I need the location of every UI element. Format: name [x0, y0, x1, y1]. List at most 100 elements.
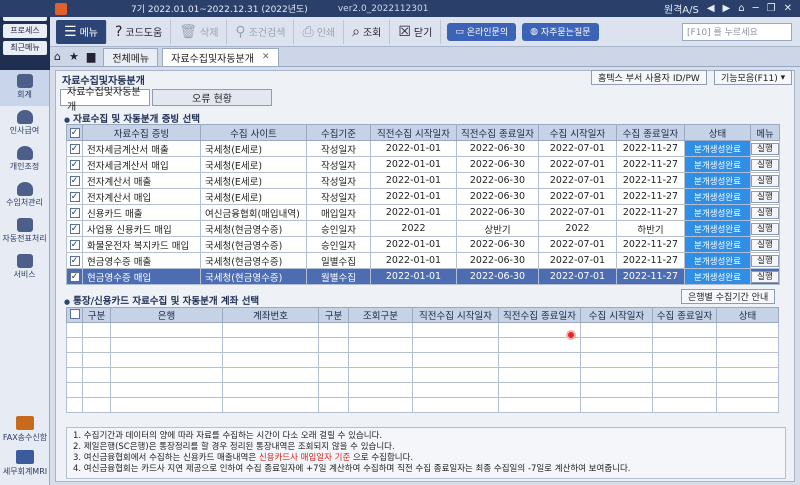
- sidebar-item-clients[interactable]: 수임처관리: [0, 178, 49, 214]
- features-button[interactable]: 기능모음(F11) ▾: [714, 70, 793, 85]
- table-row[interactable]: [66, 382, 779, 398]
- run-button[interactable]: 실행: [751, 142, 779, 155]
- online-qa-button[interactable]: ▭ 온라인문의: [447, 22, 517, 41]
- row-checkbox[interactable]: ✓: [66, 204, 83, 221]
- table-row[interactable]: [66, 322, 779, 338]
- fax-icon: [16, 416, 34, 430]
- sidebar-item-accounting[interactable]: 회계: [0, 70, 49, 106]
- table-cell: [110, 352, 223, 368]
- back-arrow-icon[interactable]: ◀: [707, 3, 715, 14]
- forward-arrow-icon[interactable]: ▶: [723, 3, 731, 14]
- table-row[interactable]: ✓ 전자세금계산서 매출 국세청(E세로) 작성일자 2022-01-01 2022-06…: [66, 140, 780, 157]
- row-checkbox[interactable]: ✓: [66, 172, 83, 189]
- version-label: ver2.0_2022112301: [337, 3, 429, 14]
- sidebar-item-auto-voucher[interactable]: 자동전표처리: [0, 214, 49, 250]
- account-select-all[interactable]: [66, 307, 83, 323]
- checkbox[interactable]: [69, 308, 80, 319]
- table-row[interactable]: [66, 337, 779, 353]
- run-button[interactable]: 실행: [751, 174, 779, 187]
- checkbox[interactable]: ✓: [69, 128, 80, 138]
- evidence-table-header: ✓ 자료수집 증빙 수집 사이트 수집기준 직전수집 시작일자 직전수집 종료일…: [66, 124, 780, 141]
- table-row[interactable]: ✓ 현금영수증 매입 국세청(현금영수증) 월별수집 2022-01-01 2022-06…: [66, 268, 780, 285]
- tab-all-menu[interactable]: 전체메뉴: [103, 47, 159, 66]
- condition-search-button[interactable]: ⚲ 조건검색: [227, 19, 295, 44]
- table-cell: [66, 337, 83, 353]
- run-button[interactable]: 실행: [751, 222, 779, 235]
- sidebar-item-payroll[interactable]: 인사급여: [0, 106, 49, 142]
- period-guide-button[interactable]: 은행별 수집기간 안내: [681, 289, 776, 304]
- faq-button[interactable]: ◍ 자주묻는질문: [522, 22, 599, 41]
- checkbox[interactable]: ✓: [69, 176, 80, 186]
- menu-search-input[interactable]: [F10] 를 누르세요: [682, 22, 792, 41]
- row-checkbox[interactable]: ✓: [66, 156, 83, 173]
- run-button[interactable]: 실행: [751, 206, 779, 219]
- table-row[interactable]: [66, 367, 779, 383]
- table-row[interactable]: ✓ 전자계산서 매입 국세청(E세로) 작성일자 2022-01-01 2022-06-3…: [66, 188, 780, 205]
- run-button[interactable]: 실행: [751, 254, 779, 267]
- home-icon[interactable]: ⌂: [54, 50, 61, 63]
- table-cell: 실행: [750, 268, 780, 285]
- subtab-collection[interactable]: 자료수집및자동분개: [60, 87, 150, 113]
- table-cell: [580, 382, 653, 398]
- table-row[interactable]: ✓ 현금영수증 매출 국세청(현금영수증) 일별수집 2022-01-01 2022-06…: [66, 252, 780, 269]
- remote-as-link[interactable]: 원격A/S: [664, 1, 699, 16]
- table-cell: 국세청(E세로): [200, 172, 307, 189]
- home-icon[interactable]: ⌂: [738, 3, 744, 14]
- table-row[interactable]: [66, 397, 779, 413]
- menu-button[interactable]: ☰ 메뉴: [56, 19, 107, 44]
- row-checkbox[interactable]: ✓: [66, 220, 83, 237]
- run-button[interactable]: 실행: [751, 238, 779, 251]
- table-cell: 국세청(현금영수증): [200, 268, 307, 285]
- close-tab-icon[interactable]: ✕: [262, 52, 270, 62]
- delete-button[interactable]: 🗑 삭제: [171, 19, 228, 44]
- row-checkbox[interactable]: ✓: [66, 140, 83, 157]
- table-row[interactable]: ✓ 전자계산서 매출 국세청(E세로) 작성일자 2022-01-01 2022-06-3…: [66, 172, 780, 189]
- sidebar-item-personal-adjust[interactable]: 개인조정: [0, 142, 49, 178]
- table-cell: 2022-11-27: [616, 252, 685, 269]
- checkbox[interactable]: ✓: [69, 256, 80, 266]
- subtab-errors[interactable]: 오류 현황: [152, 89, 272, 106]
- checkbox[interactable]: ✓: [69, 272, 80, 282]
- hometax-id-button[interactable]: 홈텍스 부서 사용자 ID/PW: [591, 70, 707, 85]
- row-checkbox[interactable]: ✓: [66, 252, 83, 269]
- row-checkbox[interactable]: ✓: [66, 268, 83, 285]
- quick-link-recent[interactable]: 최근메뉴: [3, 41, 47, 55]
- status-badge: 분개생성완료: [684, 220, 751, 237]
- restore-icon[interactable]: ❐: [767, 3, 776, 14]
- sidebar-item-fax[interactable]: FAX송수신함: [0, 416, 50, 443]
- code-help-button[interactable]: ? 코드도움: [107, 19, 172, 44]
- chat-icon: ▭: [455, 26, 464, 37]
- col-prev-end: 직전수집 종료일자: [456, 124, 539, 141]
- table-row[interactable]: ✓ 사업용 신용카드 매입 국세청(현금영수증) 승인일자 2022 상반기 2022 하반기…: [66, 220, 780, 237]
- checkbox[interactable]: ✓: [69, 192, 80, 202]
- table-row[interactable]: ✓ 전자세금계산서 매입 국세청(E세로) 작성일자 2022-01-01 2022-06…: [66, 156, 780, 173]
- folder-icon[interactable]: ▆: [87, 50, 95, 63]
- table-cell: 2022-06-30: [456, 204, 539, 221]
- search-button[interactable]: ⌕ 조회: [344, 19, 391, 44]
- table-row[interactable]: ✓ 화물운전자 복지카드 매입 국세청(현금영수증) 승인일자 2022-01-01 20…: [66, 236, 780, 253]
- quick-link-process[interactable]: 프로세스: [3, 24, 47, 38]
- select-all-checkbox[interactable]: ✓: [66, 124, 83, 141]
- close-window-icon[interactable]: ✕: [784, 3, 792, 14]
- print-button[interactable]: ⎙ 인쇄: [294, 19, 345, 44]
- checkbox[interactable]: ✓: [69, 160, 80, 170]
- table-cell: 2022-11-27: [616, 268, 685, 285]
- table-row[interactable]: ✓ 신용카드 매출 여신금융협회(매입내역) 매입일자 2022-01-01 2022-0…: [66, 204, 780, 221]
- tab-data-collection[interactable]: 자료수집및자동분개 ✕: [162, 47, 279, 66]
- table-cell: 매입일자: [306, 204, 371, 221]
- table-row[interactable]: [66, 352, 779, 368]
- row-checkbox[interactable]: ✓: [66, 236, 83, 253]
- sidebar-item-service[interactable]: 서비스: [0, 250, 49, 286]
- checkbox[interactable]: ✓: [69, 224, 80, 234]
- sidebar-item-mri[interactable]: 세무회계MRI: [0, 450, 50, 477]
- run-button[interactable]: 실행: [751, 270, 779, 283]
- checkbox[interactable]: ✓: [69, 144, 80, 154]
- checkbox[interactable]: ✓: [69, 240, 80, 250]
- run-button[interactable]: 실행: [751, 190, 779, 203]
- run-button[interactable]: 실행: [751, 158, 779, 171]
- minimize-icon[interactable]: ─: [753, 3, 759, 14]
- star-icon[interactable]: ★: [69, 50, 79, 63]
- row-checkbox[interactable]: ✓: [66, 188, 83, 205]
- checkbox[interactable]: ✓: [69, 208, 80, 218]
- close-button[interactable]: ☒ 닫기: [390, 19, 442, 44]
